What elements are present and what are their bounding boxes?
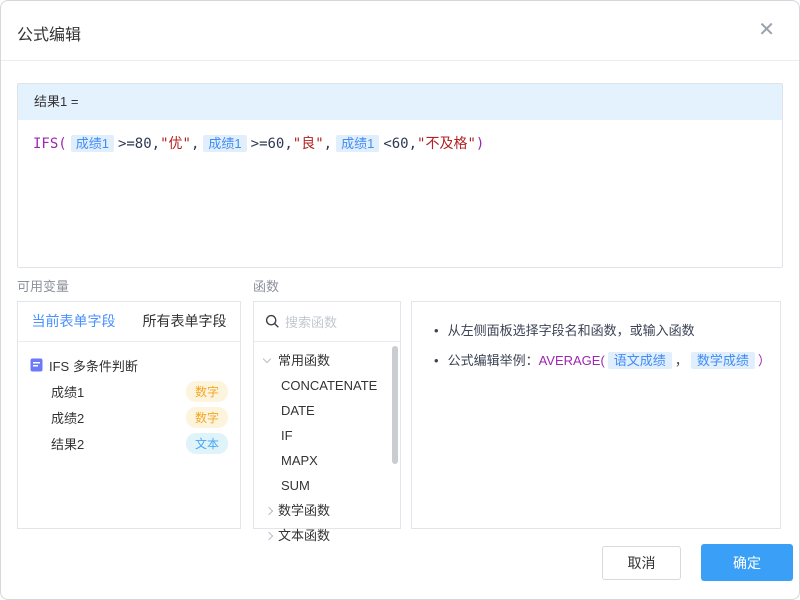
formula-input-area[interactable]: IFS(成绩1>=80,"优",成绩1>=60,"良",成绩1<60,"不及格"…: [18, 120, 782, 168]
function-label: SUM: [281, 478, 310, 493]
dialog-header: 公式编辑 ✕: [1, 1, 799, 61]
formula-token-string: "优": [160, 136, 191, 152]
variable-name: 结果2: [51, 434, 84, 453]
close-icon[interactable]: ✕: [758, 19, 775, 41]
function-label: IF: [281, 428, 293, 443]
variable-row[interactable]: 成绩1 数字: [30, 378, 228, 404]
chevron-down-icon: [263, 355, 271, 363]
variable-type-badge: 文本: [186, 433, 228, 454]
chevron-right-icon: [265, 531, 273, 539]
formula-token-op: ,: [191, 136, 199, 152]
form-group-header: IFS 多条件判断: [30, 352, 228, 378]
formula-token-keyword: IFS(: [33, 136, 67, 152]
tips-list: • 从左侧面板选择字段名和函数，或输入函数 • 公式编辑举例：AVERAGE(语文成绩…: [412, 302, 780, 376]
variable-row[interactable]: 成绩2 数字: [30, 404, 228, 430]
formula-result-label: 结果1 =: [18, 84, 782, 120]
formula-edit-dialog: 公式编辑 ✕ 结果1 = IFS(成绩1>=80,"优",成绩1>=60,"良"…: [0, 0, 800, 600]
field-chip[interactable]: 成绩1: [203, 135, 246, 152]
function-group[interactable]: 常用函数: [254, 348, 400, 373]
tab-current-form-fields[interactable]: 当前表单字段: [18, 302, 129, 341]
cancel-button[interactable]: 取消: [602, 546, 681, 580]
tip-text-segment: 从左侧面板选择字段名和函数，或输入函数: [448, 323, 695, 338]
field-chip[interactable]: 成绩1: [336, 135, 379, 152]
field-chip: 数学成绩: [691, 352, 755, 369]
field-chip[interactable]: 成绩1: [71, 135, 114, 152]
variable-name: 成绩2: [51, 408, 84, 427]
formula-token-keyword: ): [476, 136, 484, 152]
formula-token-keyword: AVERAGE(: [539, 353, 605, 368]
search-icon: [265, 314, 280, 334]
formula-token-keyword: ）: [758, 353, 771, 368]
variable-type-badge: 数字: [186, 381, 228, 402]
formula-editor: 结果1 = IFS(成绩1>=80,"优",成绩1>=60,"良",成绩1<60…: [17, 83, 783, 268]
form-icon: [30, 358, 43, 372]
function-label: 文本函数: [278, 523, 330, 548]
dialog-title: 公式编辑: [17, 21, 81, 45]
formula-token-op: <60,: [383, 136, 417, 152]
variables-tabs: 当前表单字段所有表单字段: [18, 302, 240, 342]
formula-token-op: ,: [324, 136, 332, 152]
field-chip: 语文成绩: [608, 352, 672, 369]
tips-panel: • 从左侧面板选择字段名和函数，或输入函数 • 公式编辑举例：AVERAGE(语文成绩…: [411, 301, 781, 529]
tip-text: 从左侧面板选择字段名和函数，或输入函数: [448, 316, 695, 346]
bullet-icon: •: [434, 316, 439, 346]
formula-token-string: "良": [293, 136, 324, 152]
function-label: 数学函数: [278, 498, 330, 523]
formula-token-op: >=80,: [118, 136, 160, 152]
tip-text: 公式编辑举例：AVERAGE(语文成绩，数学成绩）: [448, 346, 771, 376]
search-input[interactable]: [285, 307, 385, 337]
function-item[interactable]: DATE: [254, 398, 400, 423]
function-item[interactable]: IF: [254, 423, 400, 448]
function-item[interactable]: SUM: [254, 473, 400, 498]
function-label: 常用函数: [278, 348, 330, 373]
tip-text-segment: 公式编辑举例：: [448, 353, 539, 368]
tip-item: • 公式编辑举例：AVERAGE(语文成绩，数学成绩）: [434, 346, 780, 376]
tip-item: • 从左侧面板选择字段名和函数，或输入函数: [434, 316, 780, 346]
function-list: 常用函数 CONCATENATE DATE IF MAPX SUM 数学函数文本函数: [254, 342, 400, 548]
function-label: CONCATENATE: [281, 378, 377, 393]
variable-type-badge: 数字: [186, 407, 228, 428]
function-item[interactable]: CONCATENATE: [254, 373, 400, 398]
formula-token-string: "不及格": [417, 136, 476, 152]
function-group[interactable]: 数学函数: [254, 498, 400, 523]
variable-row[interactable]: 结果2 文本: [30, 430, 228, 456]
formula-token-op: >=60,: [251, 136, 293, 152]
function-label: DATE: [281, 403, 315, 418]
confirm-button[interactable]: 确定: [701, 544, 793, 581]
tip-text-segment: ，: [675, 353, 688, 368]
functions-panel: 常用函数CONCATENATEDATEIFMAPXSUM数学函数文本函数: [253, 301, 401, 529]
form-group-title: IFS 多条件判断: [49, 356, 138, 375]
variable-name: 成绩1: [51, 382, 84, 401]
scrollbar-thumb[interactable]: [392, 346, 398, 464]
function-label: MAPX: [281, 453, 318, 468]
functions-panel-label: 函数: [253, 276, 279, 295]
function-search-row: [254, 302, 400, 342]
variables-panel-label: 可用变量: [17, 276, 69, 295]
variables-panel: 当前表单字段所有表单字段 IFS 多条件判断 成绩1数字成绩2数字结果2文本: [17, 301, 241, 529]
tab-all-form-fields[interactable]: 所有表单字段: [129, 302, 240, 341]
function-item[interactable]: MAPX: [254, 448, 400, 473]
variables-list: IFS 多条件判断 成绩1数字成绩2数字结果2文本: [18, 342, 240, 466]
chevron-right-icon: [265, 506, 273, 514]
function-group[interactable]: 文本函数: [254, 523, 400, 548]
bullet-icon: •: [434, 346, 439, 376]
